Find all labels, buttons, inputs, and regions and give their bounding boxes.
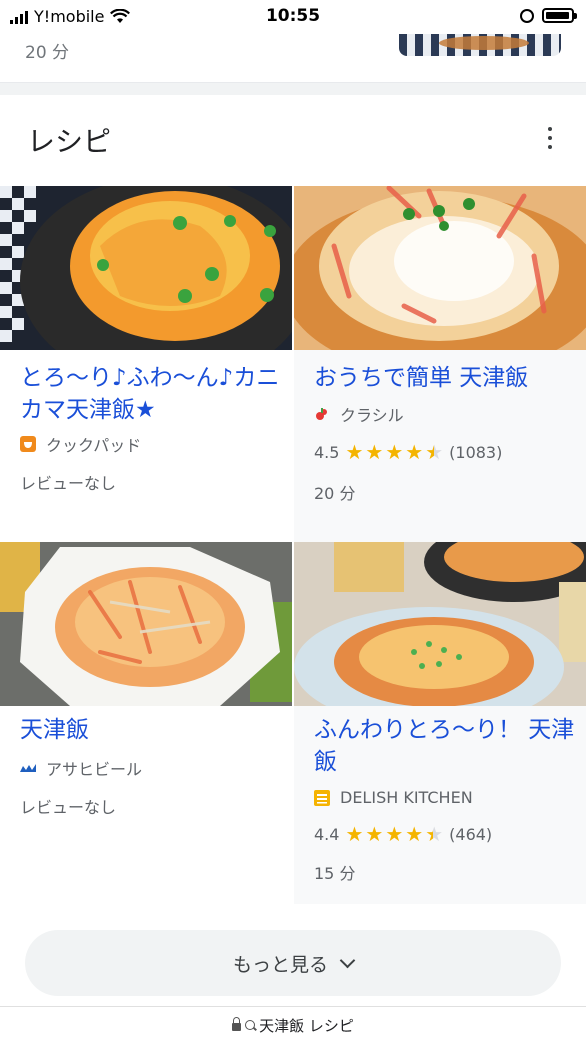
star-icon: ★ [385,440,404,464]
status-bar: Y!mobile 10:55 [0,0,586,34]
show-more-label: もっと見る [232,953,328,976]
cook-time: 20 分 [314,484,356,503]
search-icon [245,1020,256,1030]
recipe-title-link[interactable]: ふんわりとろ～り！ 天津飯 [314,714,576,778]
star-icon: ★ [385,822,404,846]
review-count: (464) [449,824,493,844]
source-name: アサヒビール [46,760,143,779]
recipe-rating: 4.5 ★ ★ ★ ★ ★ (1083) [314,442,502,462]
recipe-source: クラシル [314,402,404,426]
cookpad-icon [20,436,36,452]
lock-icon [232,1017,242,1031]
cook-time: 15 分 [314,864,356,883]
star-rating: ★ ★ ★ ★ ★ [345,824,443,844]
address-bar[interactable]: 天津飯 レシピ [0,1006,586,1043]
battery-icon [542,8,577,23]
previous-result-card[interactable]: 20 分 [0,34,586,82]
section-title: レシピ [27,125,112,158]
recipe-thumbnail[interactable] [399,34,561,56]
divider [0,82,586,95]
rating-value: 4.4 [314,824,340,844]
source-name: DELISH KITCHEN [340,788,473,807]
star-rating: ★ ★ ★ ★ ★ [345,442,443,462]
star-icon: ★ [345,822,364,846]
recipe-source: アサヒビール [20,756,142,780]
star-icon: ★ [405,822,424,846]
recipe-image[interactable] [294,542,586,706]
recipe-image[interactable] [0,542,292,706]
recipe-card[interactable]: おうちで簡単 天津飯 クラシル 4.5 ★ ★ ★ ★ ★ (1083) 20 分 [294,186,586,542]
clock: 10:55 [265,6,321,26]
half-star-icon: ★ [425,822,444,846]
search-query: 天津飯 レシピ [259,1016,354,1035]
show-more-button[interactable]: もっと見る [25,930,561,996]
star-icon: ★ [345,440,364,464]
star-icon: ★ [365,822,384,846]
recipe-title-link[interactable]: とろ～り♪ふわ～ん♪カニカマ天津飯★ [20,362,282,426]
recipe-card[interactable]: とろ～り♪ふわ～ん♪カニカマ天津飯★ クックパッド レビューなし [0,186,292,542]
star-icon: ★ [405,440,424,464]
review-status: レビューなし [20,798,117,817]
source-name: クラシル [340,406,404,425]
recipe-title-link[interactable]: 天津飯 [20,714,282,746]
recipe-source: クックパッド [20,432,141,456]
recipe-image[interactable] [0,186,292,350]
rating-value: 4.5 [314,442,340,462]
asahi-icon [20,764,36,772]
chevron-down-icon [339,952,356,968]
more-options-icon[interactable] [545,127,555,149]
cook-time: 20 分 [25,43,70,63]
delish-kitchen-icon [314,789,330,806]
recipe-rating: 4.4 ★ ★ ★ ★ ★ (464) [314,824,492,844]
recipe-image[interactable] [294,186,586,350]
recipe-card[interactable]: 天津飯 アサヒビール レビューなし [0,542,292,904]
star-icon: ★ [365,440,384,464]
review-status: レビューなし [20,474,117,493]
recipe-source: DELISH KITCHEN [314,788,473,807]
recipe-title-link[interactable]: おうちで簡単 天津飯 [314,362,576,394]
half-star-icon: ★ [425,440,444,464]
source-name: クックパッド [46,436,142,455]
rotation-lock-icon [520,8,534,23]
kurashiru-icon [316,408,327,420]
recipe-card[interactable]: ふんわりとろ～り！ 天津飯 DELISH KITCHEN 4.4 ★ ★ ★ ★ ★ … [294,542,586,904]
review-count: (1083) [449,442,503,462]
